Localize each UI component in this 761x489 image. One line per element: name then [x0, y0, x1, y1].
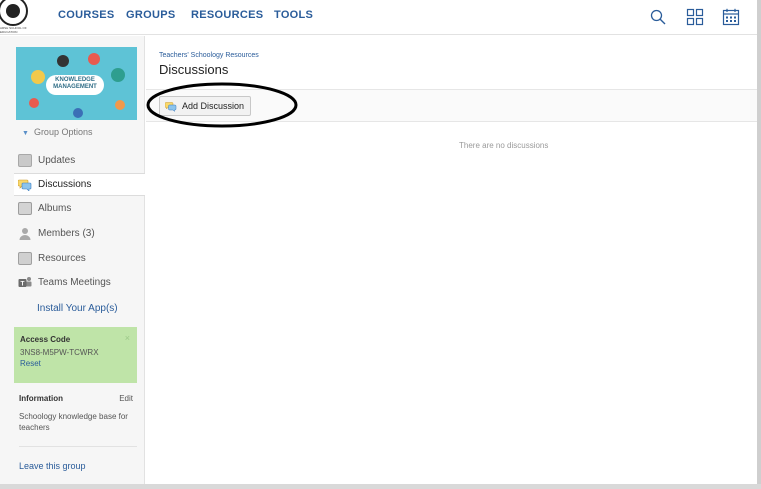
group-sidebar: KNOWLEDGE MANAGEMENT ▼ Group Options Upda…	[0, 36, 145, 489]
add-discussion-label: Add Discussion	[182, 101, 245, 111]
group-options-label: Group Options	[33, 127, 93, 137]
sidebar-item-discussions[interactable]: Discussions	[14, 173, 145, 196]
nav-courses[interactable]: COURSES	[58, 9, 115, 21]
nav-tools[interactable]: TOOLS	[274, 9, 313, 21]
search-icon[interactable]	[649, 8, 667, 26]
nav-groups[interactable]: GROUPS	[126, 9, 175, 21]
sidebar-item-teams-meetings[interactable]: T Teams Meetings	[14, 271, 145, 294]
grid-icon[interactable]	[686, 8, 704, 26]
group-image-title: KNOWLEDGE MANAGEMENT	[46, 77, 104, 91]
sidebar-item-members[interactable]: Members (3)	[14, 222, 145, 245]
caret-down-icon: ▼	[22, 130, 29, 137]
sidebar-item-label: Updates	[38, 155, 76, 166]
group-image-title-line2: MANAGEMENT	[53, 84, 97, 90]
sidebar-item-updates[interactable]: Updates	[14, 149, 145, 172]
access-code-value: 3NS8-M5PW-TCWRX	[20, 348, 99, 357]
add-discussion-button[interactable]: Add Discussion	[159, 96, 251, 116]
reset-access-code-link[interactable]: Reset	[20, 359, 131, 368]
albums-icon	[18, 202, 32, 215]
sidebar-item-albums[interactable]: Albums	[14, 197, 145, 220]
install-apps-link[interactable]: Install Your App(s)	[37, 303, 118, 314]
school-seal-icon	[0, 0, 28, 26]
close-icon[interactable]: ×	[125, 333, 130, 343]
sidebar-item-label: Teams Meetings	[38, 277, 111, 288]
breadcrumb[interactable]: Teachers' Schoology Resources	[159, 52, 259, 59]
logo-caption-line2: EDUCATION	[0, 29, 18, 34]
access-code-title: Access Code	[20, 335, 71, 344]
information-text: Schoology knowledge base for teachers	[19, 412, 128, 432]
members-icon	[18, 227, 32, 240]
information-header: Information Edit	[19, 394, 133, 403]
window-frame-bottom	[0, 484, 761, 489]
information-title: Information	[19, 394, 63, 403]
group-options-toggle[interactable]: ▼ Group Options	[22, 127, 92, 137]
group-profile-image: KNOWLEDGE MANAGEMENT	[16, 47, 137, 120]
teams-icon: T	[18, 276, 32, 289]
window-frame-right	[757, 0, 761, 489]
resources-icon	[18, 252, 32, 265]
empty-state-message: There are no discussions	[459, 141, 549, 150]
calendar-icon[interactable]	[722, 8, 740, 26]
svg-text:T: T	[21, 281, 25, 288]
sidebar-item-label: Albums	[38, 203, 72, 214]
sidebar-item-resources[interactable]: Resources	[14, 247, 145, 270]
sidebar-item-label: Resources	[38, 253, 86, 264]
page-title: Discussions	[159, 62, 229, 77]
updates-icon	[18, 154, 32, 167]
access-code-box: Access Code 3NS8-M5PW-TCWRX Reset ×	[14, 327, 137, 383]
school-logo[interactable]: ARSH SCHOOL OF EDUCATION	[0, 0, 30, 34]
top-navigation-bar: ARSH SCHOOL OF EDUCATION COURSES GROUPS …	[0, 0, 761, 35]
logo-caption: ARSH SCHOOL OF EDUCATION	[0, 26, 27, 34]
discussion-bubbles-icon	[164, 101, 177, 112]
sidebar-divider	[19, 446, 137, 447]
discussions-icon	[17, 178, 32, 192]
sidebar-item-label: Discussions	[38, 179, 92, 190]
edit-information-link[interactable]: Edit	[119, 394, 133, 403]
sidebar-item-label: Members (3)	[38, 228, 95, 239]
leave-group-link[interactable]: Leave this group	[19, 461, 86, 471]
nav-resources[interactable]: RESOURCES	[191, 9, 263, 21]
group-image-title-line1: KNOWLEDGE	[55, 77, 95, 83]
